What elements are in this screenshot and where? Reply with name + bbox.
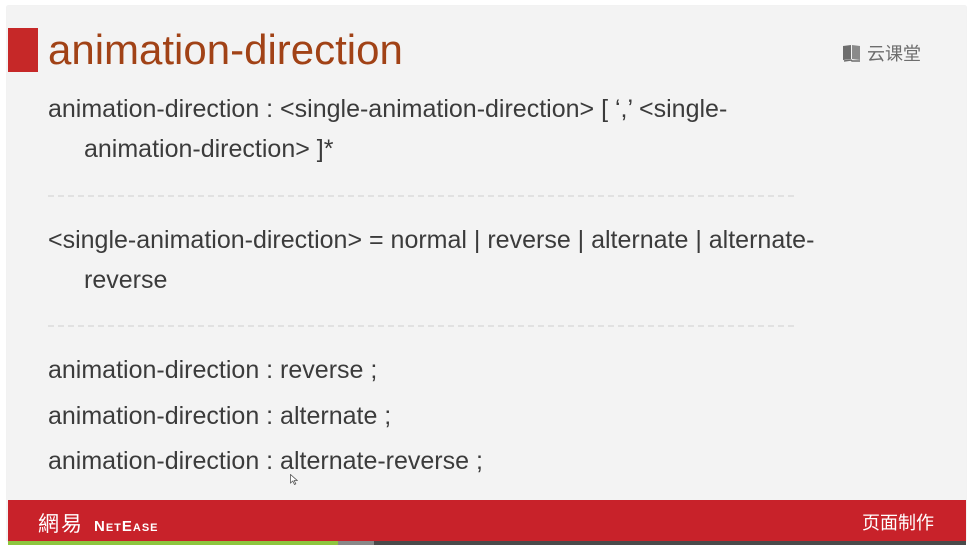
syntax-line-1: animation-direction : <single-animation-… xyxy=(48,95,728,123)
brand-badge: 云课堂 xyxy=(842,40,921,66)
slide-title: animation-direction xyxy=(48,26,403,73)
logo-cn-text: 網易 xyxy=(38,513,84,536)
cursor-icon xyxy=(290,474,298,485)
values-line-1: <single-animation-direction> = normal | … xyxy=(48,226,815,254)
logo-en-text: NetEase xyxy=(94,518,159,535)
syntax-line-2: animation-direction> ]* xyxy=(84,135,334,163)
book-icon xyxy=(843,45,860,62)
title-accent-bar xyxy=(8,28,38,72)
example-line-1: animation-direction : reverse ; xyxy=(48,356,378,384)
values-line-2: reverse xyxy=(84,266,168,294)
example-line-3: animation-direction : alternate-reverse … xyxy=(48,447,483,475)
progress-buffer xyxy=(338,541,374,545)
video-progress-bar[interactable] xyxy=(8,541,966,545)
section-label: 页面制作 xyxy=(862,513,934,533)
progress-fill xyxy=(8,541,339,545)
divider xyxy=(48,195,794,197)
netease-logo: 網易 NetEase xyxy=(38,508,159,538)
divider xyxy=(48,325,794,327)
example-line-2: animation-direction : alternate ; xyxy=(48,402,392,430)
brand-label: 云课堂 xyxy=(867,44,921,64)
footer-bar: 網易 NetEase 页面制作 xyxy=(8,500,966,541)
